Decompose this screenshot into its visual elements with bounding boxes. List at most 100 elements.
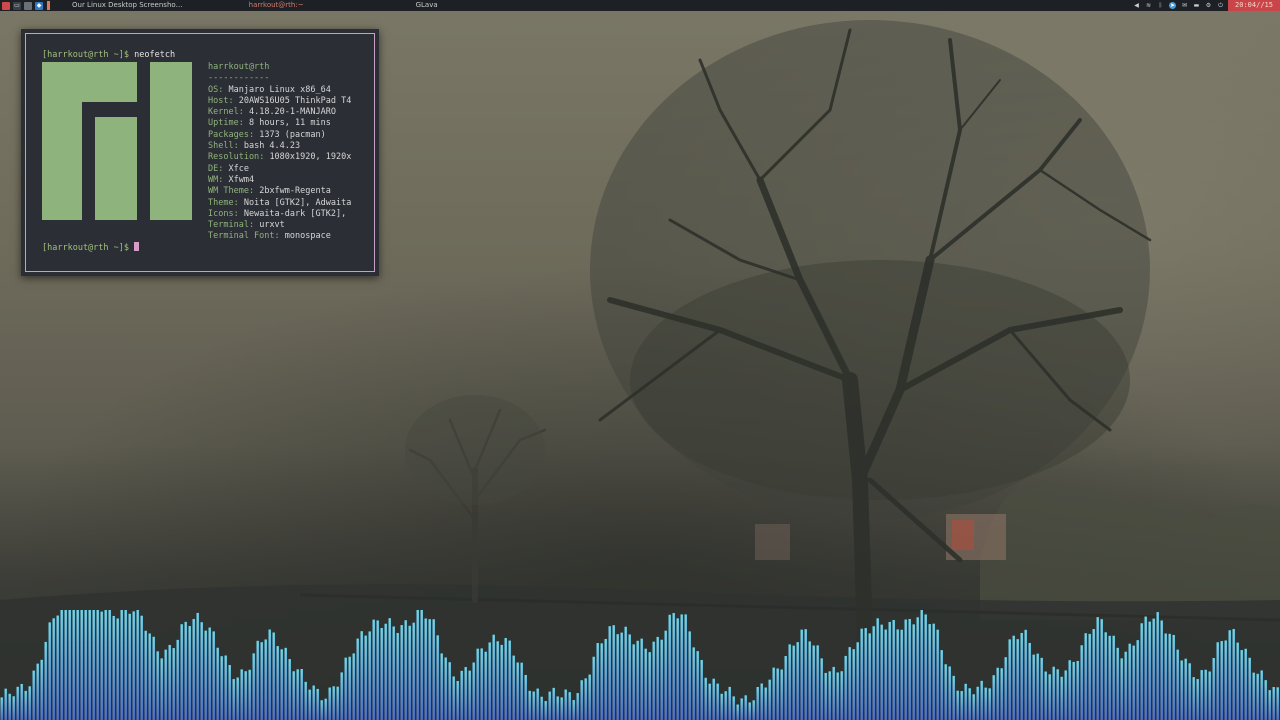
visualizer-bar [196,612,199,720]
visualizer-bar [164,649,167,720]
visualizer-bar [828,671,831,720]
info-row: Uptime: 8 hours, 11 mins [208,118,331,129]
visualizer-bar [664,630,667,720]
visualizer-bar [312,685,315,720]
visualizer-bar [328,687,331,720]
visualizer-bar [804,629,807,720]
visualizer-bar [520,662,523,720]
visualizer-bar [1184,658,1187,720]
visualizer-bar [432,619,435,720]
info-row: Host: 20AWS16U05 ThinkPad T4 [208,95,352,106]
visualizer-bar [620,632,623,720]
system-info: harrkout@rth ------------ OS: Manjaro Li… [208,62,351,243]
visualizer-bar [284,647,287,720]
visualizer-bar [104,610,107,720]
volume-icon[interactable]: ◀ [1133,2,1140,9]
visualizer-bar [396,632,399,720]
visualizer-bar [868,633,871,720]
visualizer-bar [244,671,247,720]
visualizer-bar [12,696,15,720]
info-separator: ------------ [208,73,270,84]
visualizer-bar [932,623,935,720]
visualizer-bar [260,642,263,720]
visualizer-bar [988,688,991,720]
menu-icon[interactable] [2,1,10,10]
command: neofetch [134,50,176,60]
prompt-line[interactable]: [harrkout@rth ~]$ [42,242,140,254]
visualizer-bar [596,643,599,720]
separator-icon [47,1,50,10]
visualizer-bar [1200,670,1203,720]
visualizer-bar [488,642,491,720]
settings-icon[interactable]: ⚙ [1205,2,1212,9]
visualizer-bar [784,656,787,720]
visualizer-bar [1052,666,1055,720]
visualizer-bar [380,627,383,720]
visualizer-bar [772,667,775,720]
visualizer-bar [440,653,443,720]
visualizer-bar [956,690,959,720]
visualizer-bar [832,666,835,720]
visualizer-bar [696,651,699,720]
visualizer-bar [108,610,111,720]
visualizer-bar [212,631,215,720]
visualizer-bar [1268,690,1271,720]
files-icon[interactable] [24,1,32,10]
visualizer-bar [1064,670,1067,720]
visualizer-bar [4,688,7,720]
visualizer-bar [848,647,851,720]
taskbar-item-glava[interactable]: GLava [416,0,438,11]
network-icon[interactable]: ≋ [1145,2,1152,9]
visualizer-bar [96,610,99,720]
visualizer-bar [840,671,843,720]
info-user-host: harrkout@rth [208,62,270,72]
battery-icon[interactable]: ▬ [1193,2,1200,9]
visualizer-bar [628,634,631,720]
clock[interactable]: 20:04//15 [1228,0,1280,11]
visualizer-bar [392,626,395,720]
visualizer-bar [816,645,819,720]
visualizer-bar [1128,643,1131,720]
visualizer-bar [560,697,563,720]
prompt: [harrkout@rth ~]$ [42,50,129,60]
visualizer-bar [732,696,735,720]
info-row: WM Theme: 2bxfwm-Regenta [208,186,331,197]
visualizer-bar [400,625,403,720]
visualizer-bar [248,669,251,720]
visualizer-bar [864,628,867,720]
visualizer-bar [552,687,555,720]
visualizer-bar [700,660,703,720]
bluetooth-icon[interactable]: ᛒ [1157,2,1164,9]
visualizer-bar [504,638,507,720]
visualizer-bar [420,610,423,720]
visualizer-bar [124,610,127,720]
visualizer-bar [0,697,3,720]
info-row: Icons: Newaita-dark [GTK2], [208,208,347,219]
terminal-content[interactable]: [harrkout@rth ~]$ neofetch harrkout@rth … [25,33,375,272]
visualizer-bar [744,695,747,720]
visualizer-bar [448,662,451,720]
visualizer-bar [280,649,283,720]
terminal-window[interactable]: [harrkout@rth ~]$ neofetch harrkout@rth … [21,29,379,276]
visualizer-bar [632,644,635,720]
telegram-icon[interactable]: ➤ [1169,2,1176,9]
visualizer-bar [52,618,55,720]
taskbar-item-terminal[interactable]: harrkout@rth:~ [249,0,304,11]
taskbar-item-screenshot[interactable]: Our Linux Desktop Screensho… [72,0,183,11]
visualizer-bar [652,641,655,720]
visualizer-bar [1036,653,1039,720]
system-tray: ◀ ≋ ᛒ ➤ ✉ ▬ ⚙ ⏻ [1133,0,1224,11]
vscode-icon[interactable]: ◆ [35,1,43,10]
info-row: Resolution: 1080x1920, 1920x [208,152,352,163]
visualizer-bar [624,626,627,720]
visualizer-bar [588,674,591,720]
mail-icon[interactable]: ✉ [1181,2,1188,9]
visualizer-bar [360,631,363,720]
visualizer-bar [960,691,963,720]
manjaro-logo [42,62,192,220]
power-icon[interactable]: ⏻ [1217,2,1224,9]
visualizer-bar [720,693,723,720]
terminal-icon[interactable]: ▭ [13,1,21,10]
visualizer-bar [524,674,527,720]
visualizer-bar [236,677,239,720]
